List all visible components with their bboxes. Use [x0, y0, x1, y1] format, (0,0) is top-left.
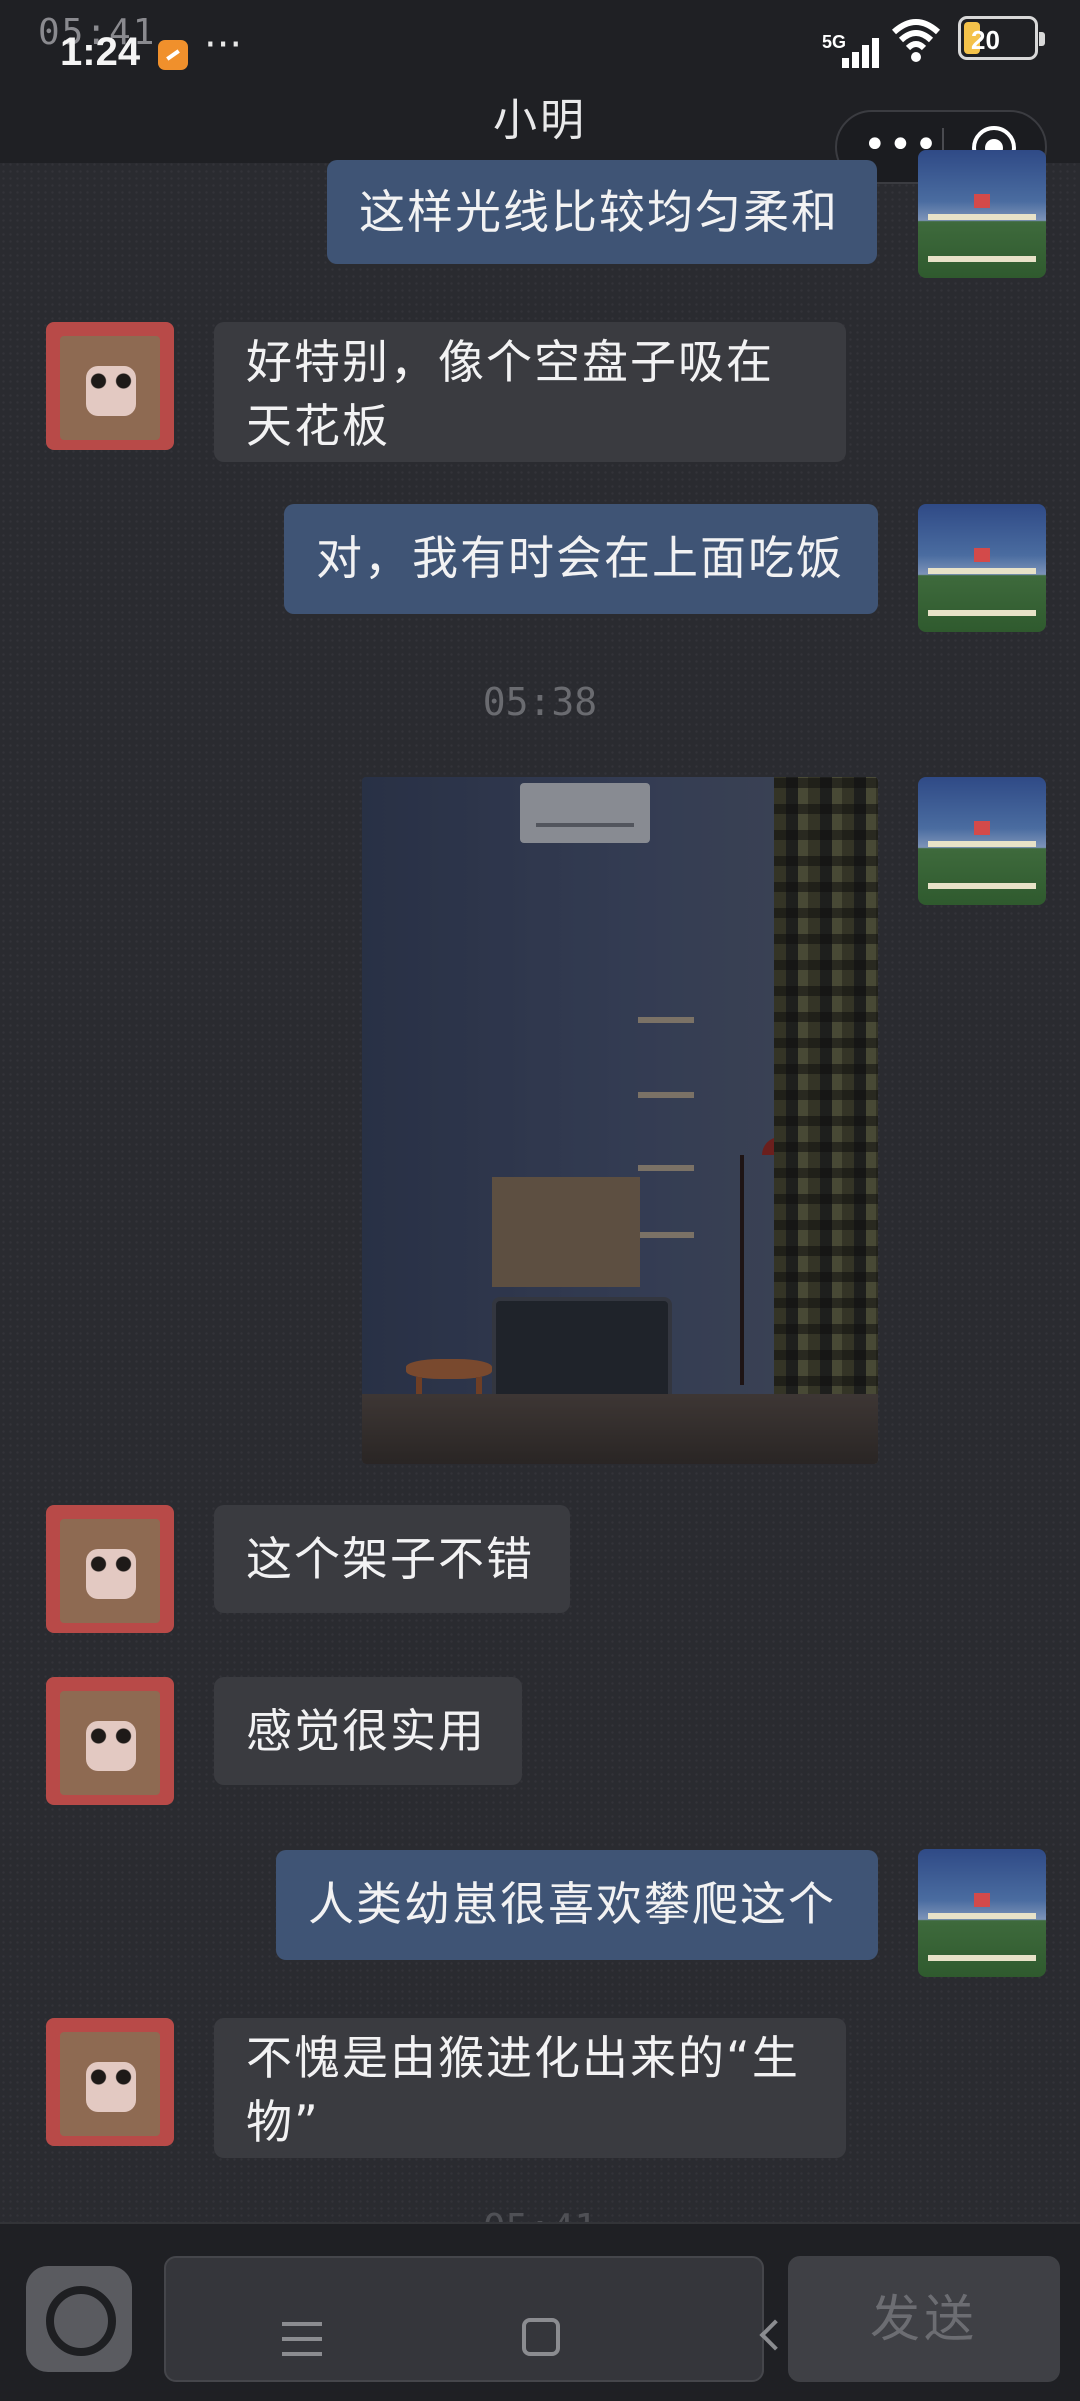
message-bubble-outgoing[interactable]: 对，我有时会在上面吃饭 [284, 504, 878, 614]
camera-icon[interactable] [26, 2266, 132, 2372]
send-button[interactable]: 发送 [788, 2256, 1060, 2382]
friend-avatar[interactable] [46, 1677, 174, 1805]
my-avatar[interactable] [918, 1849, 1046, 1977]
notification-app-icon [158, 40, 188, 70]
my-avatar[interactable] [918, 504, 1046, 632]
signal-icon [842, 36, 882, 68]
input-bar: 发送 [0, 2222, 1080, 2401]
peek-timestamp: 05:41 [0, 2206, 1080, 2222]
friend-avatar[interactable] [46, 1505, 174, 1633]
friend-avatar[interactable] [46, 322, 174, 450]
battery-icon: 20 [958, 16, 1045, 60]
timestamp: 05:38 [482, 680, 598, 724]
message-bubble-incoming[interactable]: 这个架子不错 [214, 1505, 570, 1613]
status-time: 1:24 [60, 30, 141, 74]
message-input[interactable] [164, 2256, 764, 2382]
message-bubble-incoming[interactable]: 好特别，像个空盘子吸在天花板 [214, 322, 846, 462]
my-avatar[interactable] [918, 150, 1046, 278]
friend-avatar[interactable] [46, 2018, 174, 2146]
message-bubble-incoming[interactable]: 感觉很实用 [214, 1677, 522, 1785]
my-avatar[interactable] [918, 777, 1046, 905]
message-bubble-incoming[interactable]: 不愧是由猴进化出来的“生物” [214, 2018, 846, 2158]
status-more: ··· [204, 22, 243, 68]
message-bubble-outgoing[interactable]: 这样光线比较均匀柔和 [327, 160, 877, 264]
wifi-icon [891, 19, 941, 62]
message-bubble-outgoing[interactable]: 人类幼崽很喜欢攀爬这个 [276, 1850, 878, 1960]
image-message[interactable] [362, 777, 878, 1464]
battery-level: 20 [971, 25, 1000, 55]
